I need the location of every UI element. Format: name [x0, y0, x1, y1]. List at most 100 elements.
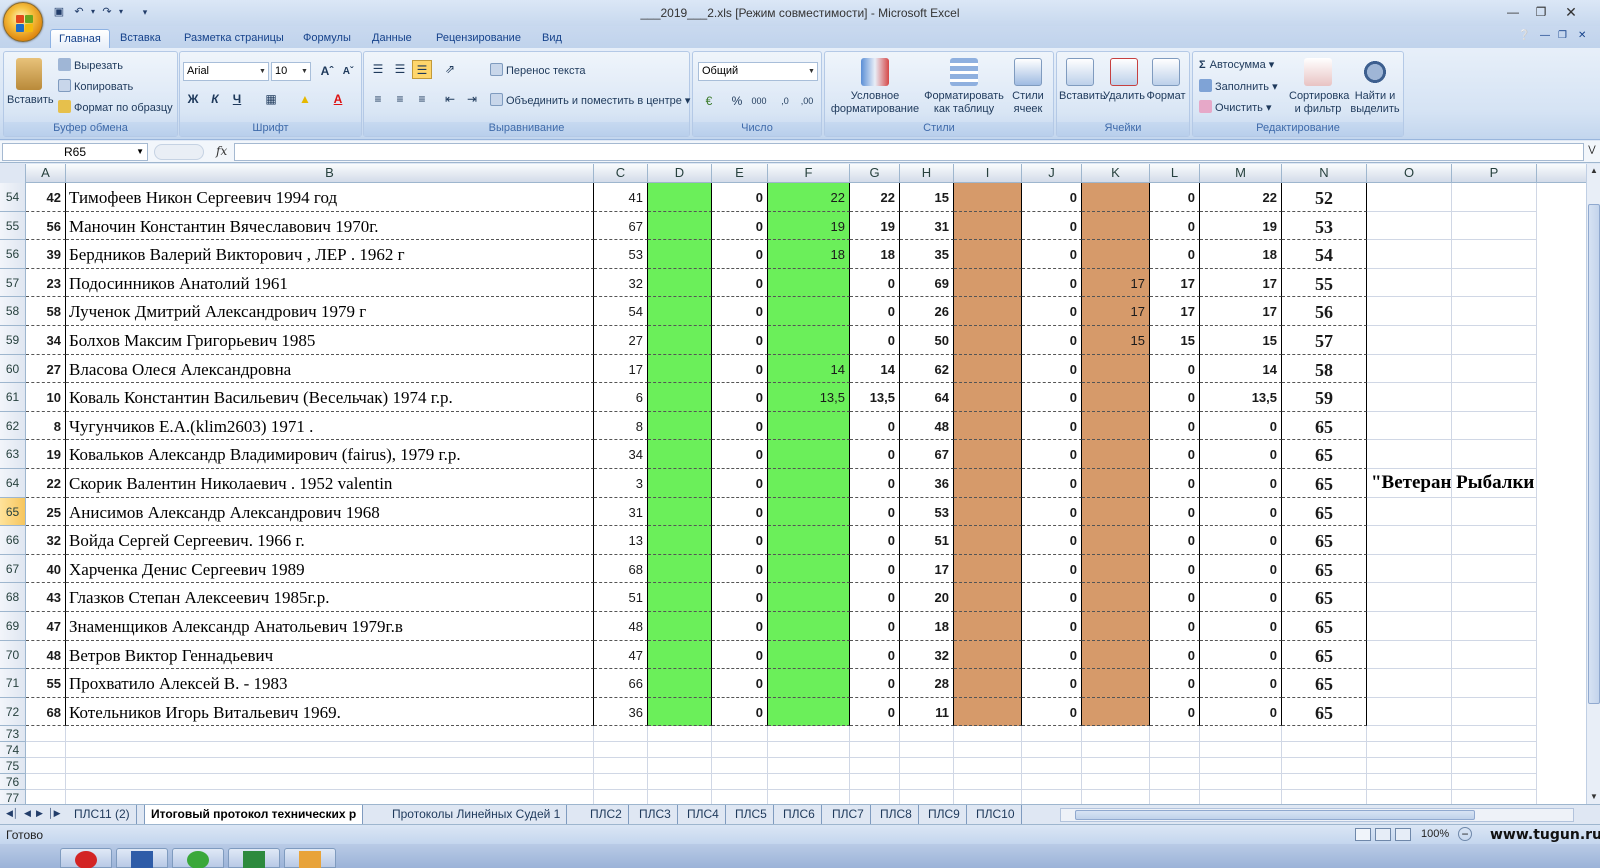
cell-l[interactable]: 0 — [1150, 411, 1200, 441]
cell-j[interactable]: 0 — [1022, 383, 1082, 412]
cell-g[interactable]: 0 — [850, 526, 900, 555]
cell-g[interactable]: 19 — [850, 211, 900, 241]
cell-c[interactable]: 17 — [594, 354, 648, 384]
cell-j[interactable]: 0 — [1022, 183, 1082, 212]
cell-o[interactable] — [1367, 612, 1452, 641]
cell-b[interactable]: Войда Сергей Сергеевич. 1966 г. — [66, 526, 594, 555]
last-sheet-icon[interactable]: │▶ — [48, 808, 61, 819]
cell-b[interactable]: Бердников Валерий Викторович , ЛЕР . 196… — [66, 240, 594, 269]
cell-g[interactable]: 0 — [850, 326, 900, 355]
cell-j[interactable]: 0 — [1022, 440, 1082, 469]
align-top-icon[interactable]: ☰ — [368, 60, 388, 79]
cell-n[interactable] — [1282, 758, 1367, 775]
cell-n[interactable]: 55 — [1282, 268, 1367, 298]
increase-indent-icon[interactable]: ⇥ — [462, 90, 482, 109]
cell-d[interactable] — [648, 211, 712, 241]
office-button[interactable] — [3, 2, 43, 42]
cell-k[interactable] — [1082, 774, 1150, 791]
cell-k[interactable] — [1082, 183, 1150, 212]
cell-h[interactable]: 28 — [900, 669, 954, 698]
cell-p[interactable] — [1452, 497, 1537, 527]
cell-o[interactable] — [1367, 669, 1452, 698]
cell-i[interactable] — [954, 583, 1022, 612]
row-header[interactable]: 66 — [0, 526, 26, 555]
zoom-out-icon[interactable]: − — [1458, 827, 1472, 841]
cell-c[interactable]: 6 — [594, 383, 648, 412]
horizontal-scrollbar[interactable] — [1060, 808, 1574, 822]
row-header[interactable]: 55 — [0, 211, 26, 241]
cell-m[interactable]: 17 — [1200, 297, 1282, 326]
cell-p[interactable] — [1452, 554, 1537, 584]
cell-p[interactable] — [1452, 183, 1537, 212]
cell-c[interactable]: 36 — [594, 697, 648, 727]
cell-k[interactable]: 15 — [1082, 326, 1150, 355]
cell-c[interactable]: 66 — [594, 669, 648, 698]
cell-f[interactable]: 22 — [768, 183, 850, 212]
cell-h[interactable]: 35 — [900, 240, 954, 269]
cell-o[interactable] — [1367, 297, 1452, 326]
cell-k[interactable]: 17 — [1082, 297, 1150, 326]
cell-n[interactable]: 65 — [1282, 526, 1367, 555]
next-sheet-icon[interactable]: ▶ — [36, 808, 43, 819]
cell-k[interactable] — [1082, 469, 1150, 498]
delete-cells-button[interactable]: Удалить — [1103, 58, 1145, 103]
align-middle-icon[interactable]: ☰ — [390, 60, 410, 79]
cell-b[interactable] — [66, 790, 594, 804]
column-header-m[interactable]: M — [1200, 164, 1282, 183]
cell-p[interactable] — [1452, 354, 1537, 384]
cell-l[interactable]: 0 — [1150, 612, 1200, 641]
increase-decimal-icon[interactable]: ,0 — [775, 92, 795, 111]
cell-d[interactable] — [648, 640, 712, 670]
cell-o[interactable] — [1367, 383, 1452, 412]
cell-a[interactable]: 10 — [26, 383, 66, 412]
cell-b[interactable]: Скорик Валентин Николаевич . 1952 valent… — [66, 469, 594, 498]
cell-d[interactable] — [648, 774, 712, 791]
cell-k[interactable] — [1082, 726, 1150, 743]
cell-p[interactable] — [1452, 211, 1537, 241]
row-header[interactable]: 70 — [0, 640, 26, 670]
clear-button[interactable]: Очистить ▾ — [1199, 100, 1271, 114]
tab-data[interactable]: Данные — [364, 29, 420, 48]
cell-c[interactable]: 13 — [594, 526, 648, 555]
cell-e[interactable]: 0 — [712, 640, 768, 670]
cell-p[interactable] — [1452, 669, 1537, 698]
cell-l[interactable]: 0 — [1150, 526, 1200, 555]
cell-f[interactable] — [768, 297, 850, 326]
cell-c[interactable] — [594, 790, 648, 804]
cell-c[interactable]: 68 — [594, 554, 648, 584]
sheet-tab[interactable]: ПЛС3 — [633, 805, 678, 824]
row-header[interactable]: 69 — [0, 612, 26, 641]
prev-sheet-icon[interactable]: ◀ — [24, 808, 31, 819]
cell-d[interactable] — [648, 497, 712, 527]
cell-i[interactable] — [954, 758, 1022, 775]
cell-k[interactable] — [1082, 440, 1150, 469]
cell-o[interactable] — [1367, 183, 1452, 212]
cell-e[interactable] — [712, 726, 768, 743]
cell-e[interactable]: 0 — [712, 240, 768, 269]
cell-f[interactable] — [768, 411, 850, 441]
close-button[interactable]: ✕ — [1558, 3, 1584, 21]
cell-l[interactable]: 0 — [1150, 554, 1200, 584]
cell-d[interactable] — [648, 697, 712, 727]
cell-g[interactable] — [850, 742, 900, 759]
cell-j[interactable]: 0 — [1022, 411, 1082, 441]
cell-p[interactable] — [1452, 742, 1537, 759]
cell-j[interactable]: 0 — [1022, 583, 1082, 612]
cell-j[interactable] — [1022, 726, 1082, 743]
cell-k[interactable] — [1082, 612, 1150, 641]
cell-f[interactable] — [768, 554, 850, 584]
help-icon[interactable]: ❔ — [1518, 30, 1530, 41]
cell-b[interactable]: Коваль Константин Васильевич (Весельчак)… — [66, 383, 594, 412]
tab-review[interactable]: Рецензирование — [428, 29, 529, 48]
page-break-view-icon[interactable] — [1395, 828, 1411, 841]
cell-d[interactable] — [648, 583, 712, 612]
cell-e[interactable] — [712, 742, 768, 759]
cell-c[interactable]: 48 — [594, 612, 648, 641]
cell-b[interactable] — [66, 774, 594, 791]
percent-button[interactable]: % — [727, 92, 747, 111]
select-all-button[interactable] — [0, 164, 26, 183]
cell-a[interactable]: 56 — [26, 211, 66, 241]
cell-h[interactable] — [900, 758, 954, 775]
cell-a[interactable]: 47 — [26, 612, 66, 641]
cell-h[interactable]: 36 — [900, 469, 954, 498]
